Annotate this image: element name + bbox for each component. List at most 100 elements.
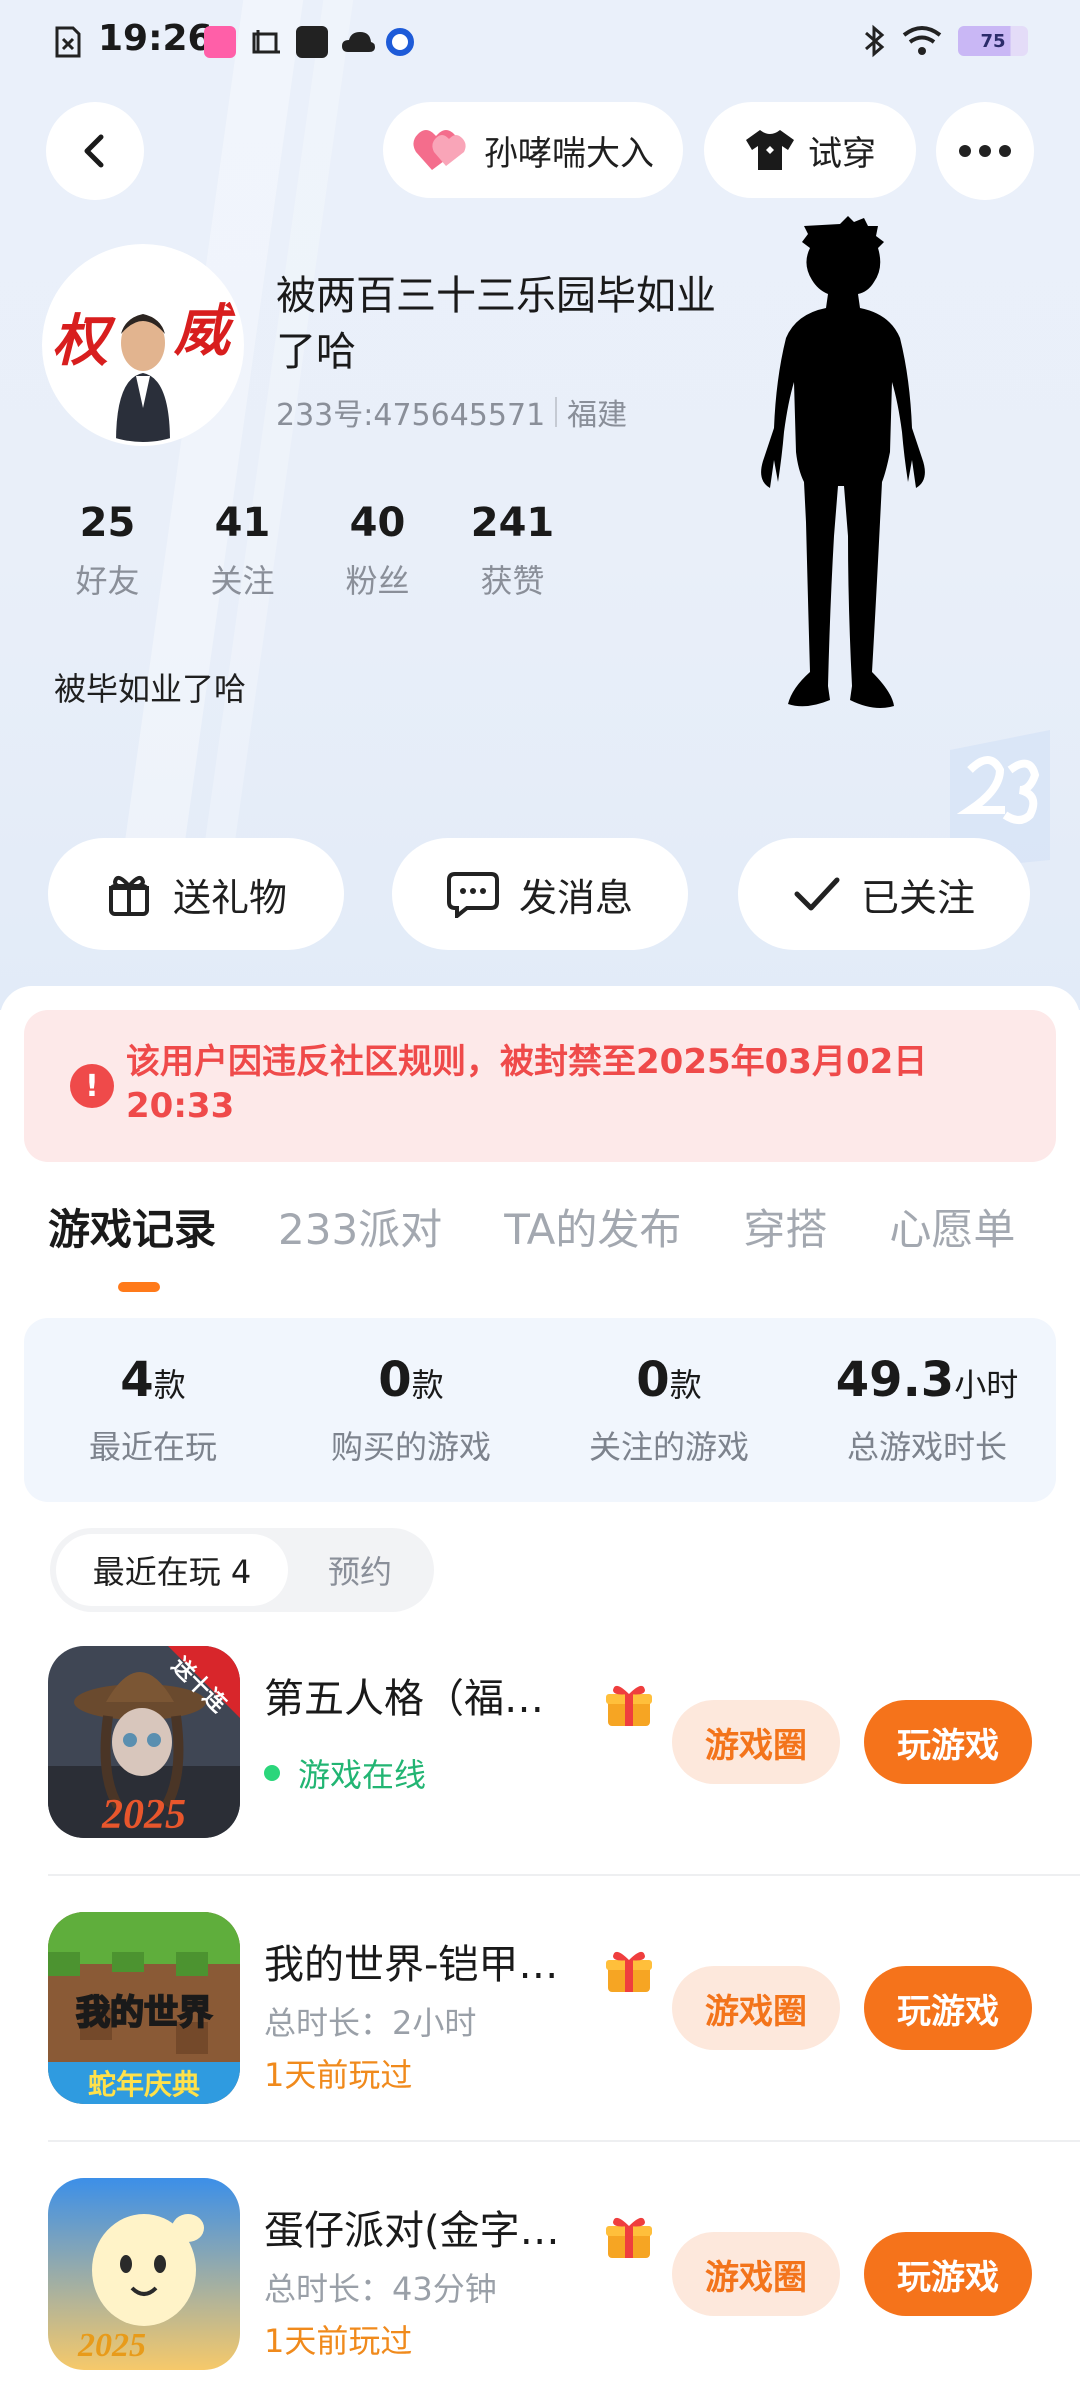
tab-posts[interactable]: TA的发布 bbox=[504, 1196, 681, 1257]
stat-fans[interactable]: 40 粉丝 bbox=[310, 500, 445, 602]
app-circle-icon bbox=[386, 28, 414, 56]
game-duration: 总时长：2小时 bbox=[264, 2004, 477, 2042]
summary-purchased[interactable]: 0款 购买的游戏 bbox=[282, 1318, 540, 1502]
gift-box-icon[interactable] bbox=[604, 2214, 654, 2260]
more-dot-icon bbox=[979, 145, 991, 157]
more-options-button[interactable] bbox=[936, 102, 1034, 200]
avatar[interactable]: 权 威 bbox=[42, 244, 244, 446]
profile-name: 被两百三十三乐园毕如业了哈 bbox=[276, 273, 716, 375]
summary-value: 4 bbox=[120, 1352, 154, 1408]
play-game-button[interactable]: 玩游戏 bbox=[864, 1700, 1032, 1784]
game-circle-button[interactable]: 游戏圈 bbox=[672, 1700, 840, 1784]
game-title: 我的世界-铠甲… bbox=[264, 1942, 559, 1988]
online-status: 游戏在线 bbox=[264, 1750, 426, 1796]
sim-icon bbox=[55, 26, 81, 58]
stat-label: 关注 bbox=[210, 562, 275, 600]
owner-name-label: 孙哮喘大入 bbox=[484, 133, 654, 174]
game-banner-top: 我的世界 bbox=[76, 1993, 212, 2033]
stat-value: 25 bbox=[79, 500, 136, 546]
tab-wishlist[interactable]: 心愿单 bbox=[889, 1196, 1015, 1257]
bluetooth-icon bbox=[865, 24, 885, 58]
game-summary: 4款 最近在玩 0款 购买的游戏 0款 关注的游戏 49.3小时 总游戏时长 bbox=[24, 1318, 1056, 1502]
heart-icon bbox=[413, 130, 466, 170]
profile-id-row: 233号:475645571 福建 bbox=[276, 390, 627, 434]
list-item[interactable]: 我的世界 蛇年庆典 我的世界-铠甲… 总时长：2小时 1天前玩过 游戏圈 玩游戏 bbox=[0, 1912, 1080, 2142]
stat-likes[interactable]: 241 获赞 bbox=[445, 500, 580, 602]
shirt-icon bbox=[746, 130, 794, 170]
stat-following[interactable]: 41 关注 bbox=[175, 500, 310, 602]
avatar-image: 权 威 bbox=[46, 248, 240, 442]
try-on-label: 试穿 bbox=[808, 133, 876, 174]
game-last-played: 1天前玩过 bbox=[264, 2322, 413, 2360]
summary-label: 总游戏时长 bbox=[846, 1428, 1007, 1466]
app-notification-icon bbox=[204, 26, 236, 58]
segment-reservations[interactable]: 预约 bbox=[300, 1534, 420, 1606]
gift-box-icon[interactable] bbox=[604, 1682, 654, 1728]
summary-label: 购买的游戏 bbox=[330, 1428, 491, 1466]
stat-friends[interactable]: 25 好友 bbox=[40, 500, 175, 602]
game-icon: 我的世界 蛇年庆典 bbox=[48, 1912, 240, 2104]
tab-game-records[interactable]: 游戏记录 bbox=[48, 1196, 216, 1257]
ban-notice-text: 该用户因违反社区规则，被封禁至2025年03月02日 20:33 bbox=[126, 1042, 928, 1126]
send-gift-button[interactable]: 送礼物 bbox=[48, 838, 344, 950]
summary-followed[interactable]: 0款 关注的游戏 bbox=[540, 1318, 798, 1502]
mail-icon bbox=[296, 26, 328, 58]
summary-label: 最近在玩 bbox=[88, 1428, 217, 1466]
online-dot-icon bbox=[264, 1765, 280, 1781]
game-circle-button[interactable]: 游戏圈 bbox=[672, 1966, 840, 2050]
list-item[interactable]: 2025 蛋仔派对(金字… 总时长：43分钟 1天前玩过 游戏圈 玩游戏 bbox=[0, 2178, 1080, 2408]
battery-indicator: 75 bbox=[958, 26, 1028, 56]
warning-icon: ! bbox=[70, 1064, 114, 1108]
profile-region: 福建 bbox=[567, 398, 628, 433]
owner-like-button[interactable]: 孙哮喘大入 bbox=[383, 102, 683, 198]
tab-outfits[interactable]: 穿搭 bbox=[743, 1196, 827, 1257]
more-dot-icon bbox=[999, 145, 1011, 157]
play-game-button[interactable]: 玩游戏 bbox=[864, 1966, 1032, 2050]
profile-tabs: 游戏记录 233派对 TA的发布 穿搭 心愿单 bbox=[48, 1196, 1077, 1257]
profile-uid: 233号:475645571 bbox=[276, 398, 546, 433]
avatar-text-left: 权 bbox=[52, 311, 116, 373]
status-bar: 19:26 75 bbox=[0, 0, 1080, 84]
back-button[interactable] bbox=[46, 102, 144, 200]
online-status-label: 游戏在线 bbox=[298, 1756, 427, 1794]
play-game-button[interactable]: 玩游戏 bbox=[864, 2232, 1032, 2316]
list-item[interactable]: 送十连 2025 第五人格（福… 游戏在线 游戏圈 玩游戏 bbox=[0, 1646, 1080, 1876]
send-message-label: 发消息 bbox=[518, 875, 633, 920]
summary-label: 关注的游戏 bbox=[588, 1428, 749, 1466]
segment-recent-playing[interactable]: 最近在玩 4 bbox=[56, 1534, 288, 1606]
active-tab-indicator bbox=[118, 1282, 160, 1292]
stat-value: 41 bbox=[214, 500, 271, 546]
tab-233-party[interactable]: 233派对 bbox=[278, 1196, 442, 1257]
game-last-played: 1天前玩过 bbox=[264, 2056, 413, 2094]
game-year-text: 2025 bbox=[77, 2327, 146, 2364]
try-on-button[interactable]: 试穿 bbox=[704, 102, 916, 198]
game-circle-button[interactable]: 游戏圈 bbox=[672, 2232, 840, 2316]
summary-unit: 款 bbox=[411, 1366, 444, 1404]
more-dot-icon bbox=[959, 145, 971, 157]
game-year-text: 2025 bbox=[101, 1792, 186, 1838]
avatar-silhouette[interactable] bbox=[740, 214, 970, 834]
stat-label: 获赞 bbox=[480, 562, 545, 600]
game-duration: 总时长：43分钟 bbox=[264, 2270, 497, 2308]
list-divider bbox=[48, 2140, 1080, 2142]
game-title: 第五人格（福… bbox=[264, 1676, 544, 1722]
followed-label: 已关注 bbox=[860, 875, 975, 920]
profile-stats: 25 好友 41 关注 40 粉丝 241 获赞 bbox=[40, 500, 580, 602]
screenshot-icon bbox=[252, 30, 280, 54]
game-banner-bottom: 蛇年庆典 bbox=[88, 2068, 200, 2101]
gift-box-icon[interactable] bbox=[604, 1948, 654, 1994]
summary-value: 49.3 bbox=[835, 1352, 955, 1408]
summary-value: 0 bbox=[636, 1352, 670, 1408]
summary-total-time[interactable]: 49.3小时 总游戏时长 bbox=[798, 1318, 1056, 1502]
summary-value: 0 bbox=[378, 1352, 412, 1408]
summary-recent[interactable]: 4款 最近在玩 bbox=[24, 1318, 282, 1502]
game-cover-eggy-party: 2025 bbox=[48, 2178, 240, 2370]
wifi-icon bbox=[902, 26, 942, 55]
send-message-button[interactable]: 发消息 bbox=[392, 838, 688, 950]
cloud-icon bbox=[342, 32, 375, 52]
summary-unit: 款 bbox=[669, 1366, 702, 1404]
list-divider bbox=[48, 1874, 1080, 1876]
summary-unit: 小时 bbox=[954, 1366, 1019, 1404]
check-icon bbox=[794, 877, 840, 911]
followed-button[interactable]: 已关注 bbox=[738, 838, 1030, 950]
